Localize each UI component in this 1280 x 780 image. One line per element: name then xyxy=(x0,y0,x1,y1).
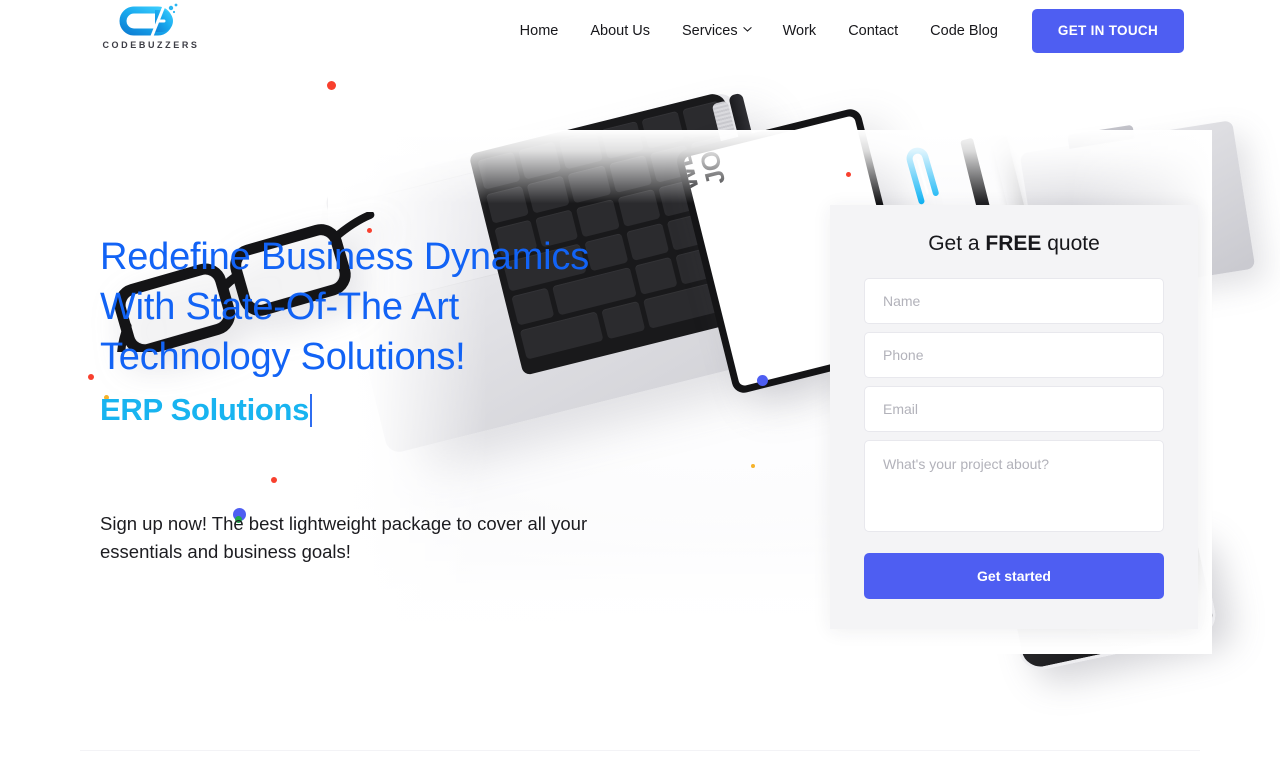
quote-title-suffix: quote xyxy=(1041,232,1100,255)
phone-input[interactable] xyxy=(864,332,1164,379)
paperclip-icon xyxy=(897,140,946,207)
hero-subtext: Sign up now! The best lightweight packag… xyxy=(100,513,588,562)
nav-item-code-blog[interactable]: Code Blog xyxy=(914,9,1014,53)
laptop-screen-edge xyxy=(728,92,803,339)
nav-item-contact[interactable]: Contact xyxy=(832,9,914,53)
typing-cursor xyxy=(310,393,313,427)
nav-item-about-us[interactable]: About Us xyxy=(574,9,666,53)
landing-page: CODEBUZZERS Home About Us Services Work … xyxy=(0,0,1280,780)
primary-navigation: Home About Us Services Work Contact Code… xyxy=(504,9,1184,53)
quote-form-card: Get a FREE quote Get started xyxy=(830,205,1198,630)
quote-form-title: Get a FREE quote xyxy=(864,231,1164,256)
decorative-dot xyxy=(846,172,851,177)
email-input[interactable] xyxy=(864,386,1164,433)
decorative-dot xyxy=(327,81,336,90)
hero-copy: Redefine Business Dynamics With State-Of… xyxy=(100,232,700,566)
site-header: CODEBUZZERS Home About Us Services Work … xyxy=(0,0,1280,62)
headline-line-3: Technology Solutions! xyxy=(100,336,466,378)
brand-logo-link[interactable]: CODEBUZZERS xyxy=(100,2,202,58)
nav-item-home[interactable]: Home xyxy=(504,9,575,53)
decorative-dot xyxy=(88,374,94,380)
brand-wordmark: CODEBUZZERS xyxy=(102,40,200,50)
quote-title-strong: FREE xyxy=(985,232,1042,255)
headline-line-2: With State-Of-The Art xyxy=(100,286,460,328)
nav-item-services-label: Services xyxy=(682,23,738,39)
get-in-touch-button[interactable]: GET IN TOUCH xyxy=(1031,9,1184,53)
name-input[interactable] xyxy=(864,278,1164,325)
nav-item-work[interactable]: Work xyxy=(767,9,833,53)
codebuzzers-cb-monogram-icon xyxy=(114,2,188,40)
get-started-button[interactable]: Get started xyxy=(864,553,1164,600)
hero-headline: Redefine Business Dynamics With State-Of… xyxy=(100,232,700,382)
tablet-welcome-text: WELCOME, JOIN US! xyxy=(683,115,732,195)
hero-typed-headline: ERP Solutions xyxy=(100,388,700,432)
laptop-speaker-grille xyxy=(711,100,757,221)
headline-line-1: Redefine Business Dynamics xyxy=(100,236,590,278)
hero-section: WELCOME, JOIN US! xyxy=(0,62,1280,765)
folder-tab xyxy=(1067,124,1135,149)
quote-title-prefix: Get a xyxy=(928,232,986,255)
decorative-dot xyxy=(751,464,755,468)
project-message-textarea[interactable] xyxy=(864,440,1164,533)
section-divider xyxy=(80,750,1200,751)
nav-item-services[interactable]: Services xyxy=(666,9,767,53)
decorative-dot xyxy=(757,375,768,386)
typed-word: ERP Solutions xyxy=(100,392,310,427)
chevron-down-icon xyxy=(742,26,752,34)
